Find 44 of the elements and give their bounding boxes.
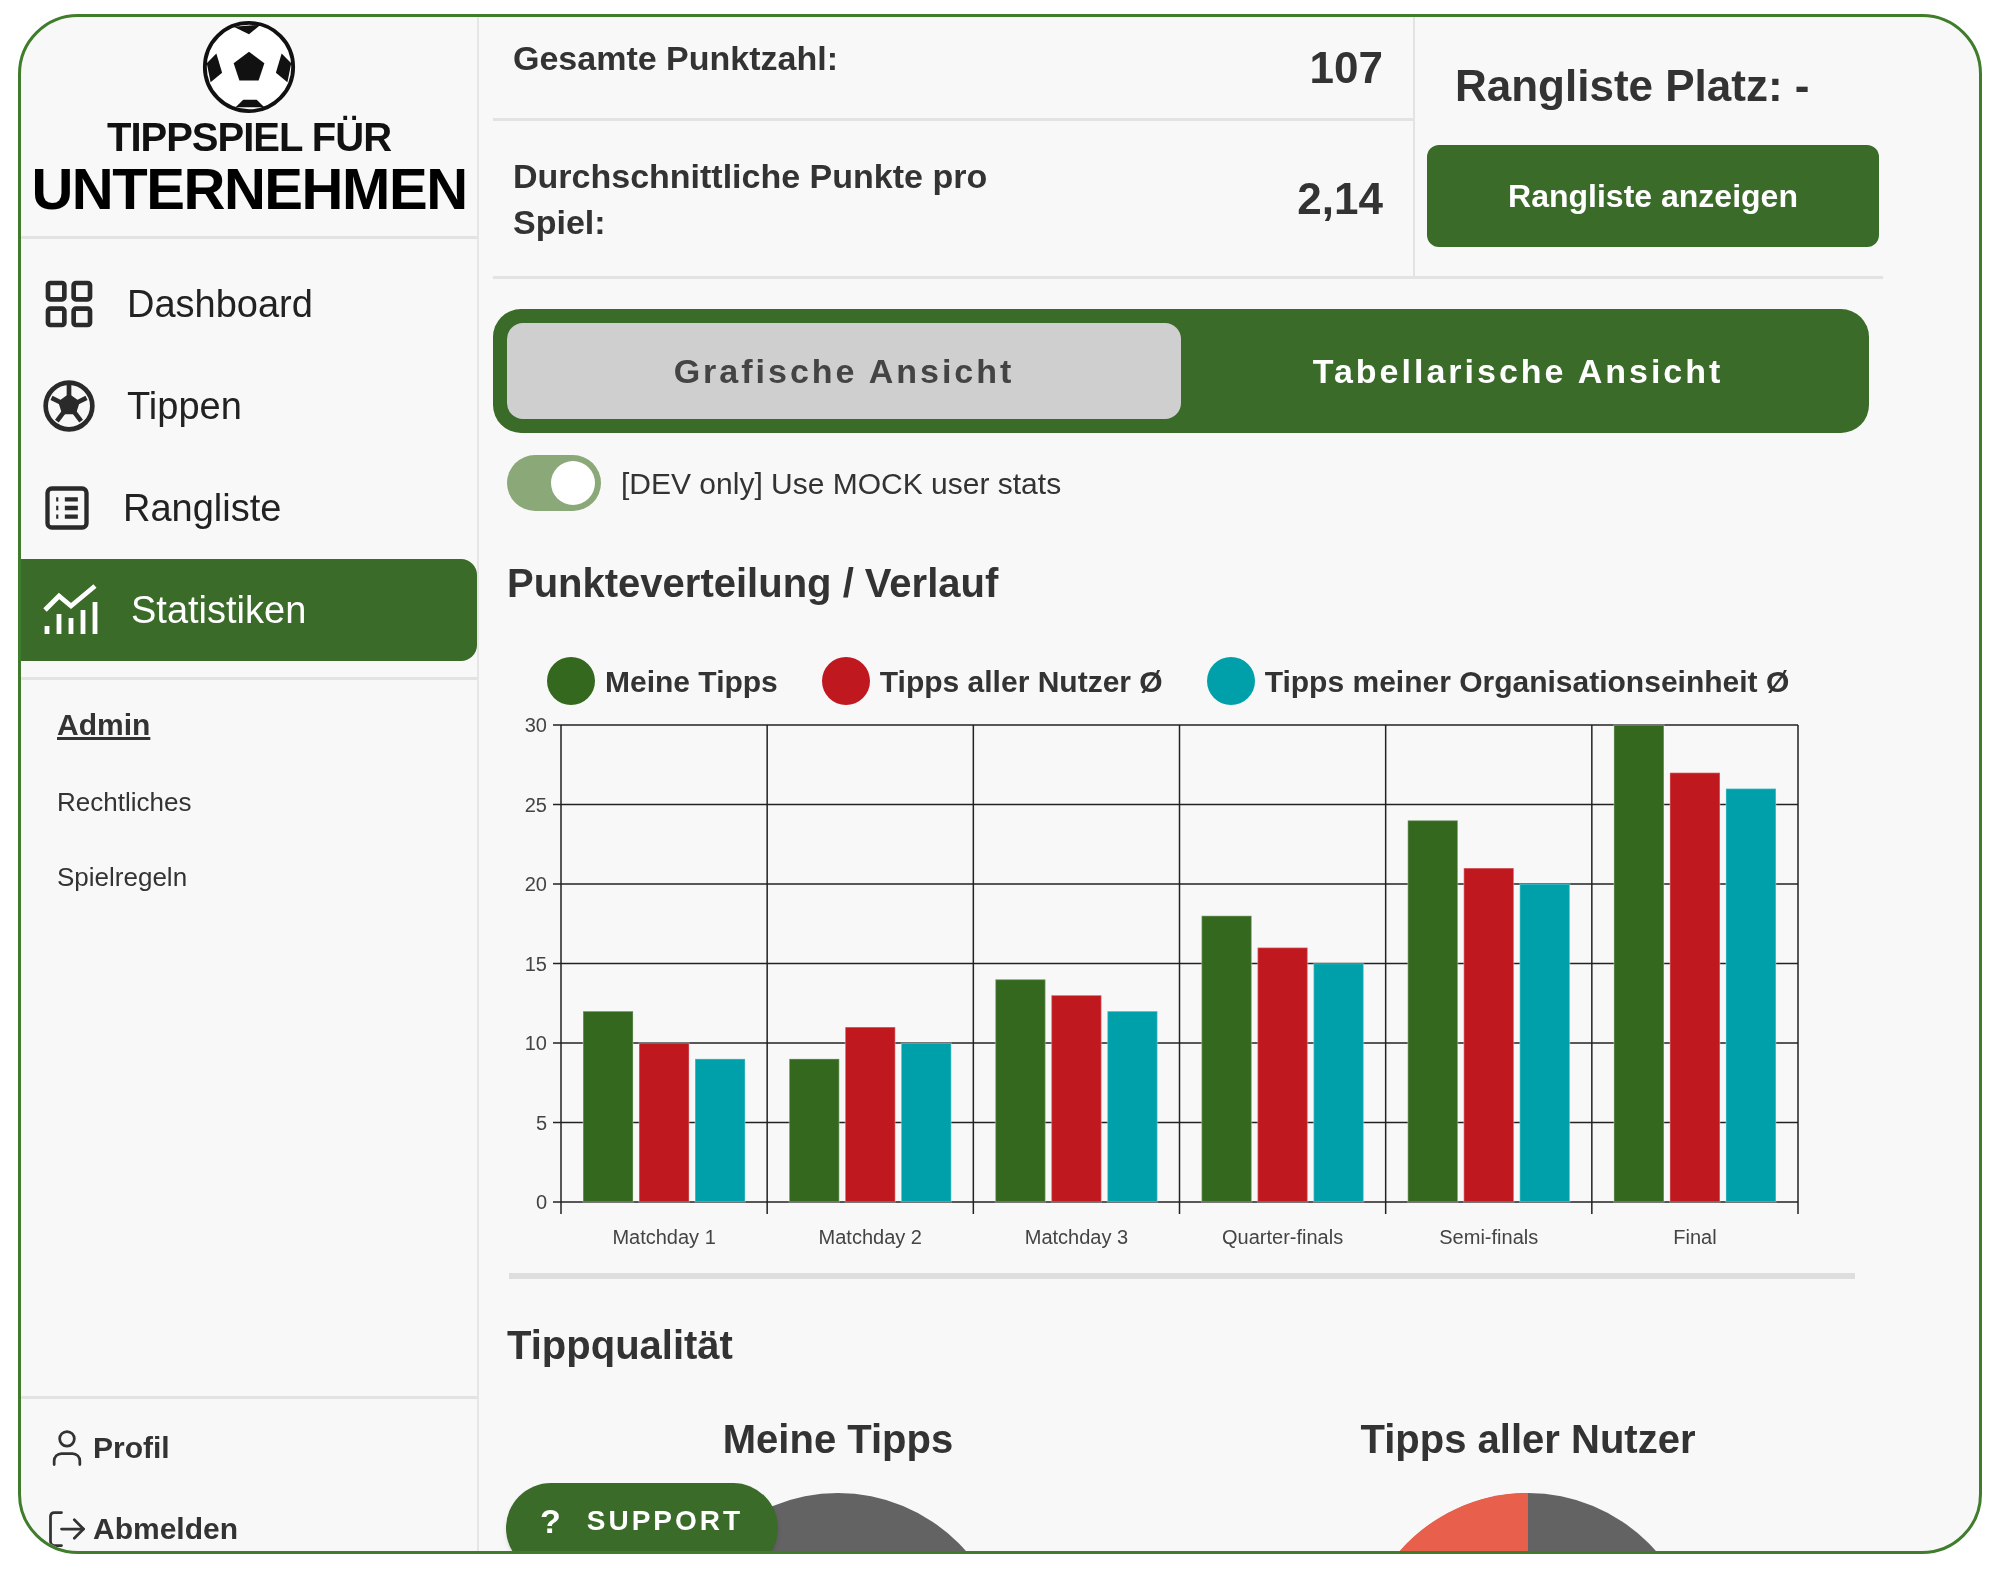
view-tab[interactable]: Tabellarische Ansicht <box>1181 323 1855 419</box>
axis-tick-label: 25 <box>524 793 547 816</box>
axis-tick-label: 20 <box>524 873 547 895</box>
rank-label: Rangliste Platz: - <box>1454 60 1811 112</box>
axis-category-label: Final <box>1673 1226 1717 1248</box>
sidebar-item[interactable]: Tippen <box>21 355 477 457</box>
pie-title: Tipps aller Nutzer <box>1360 1416 1696 1463</box>
logo-title: TIPPSPIEL FÜR <box>106 115 392 159</box>
admin-heading[interactable]: Admin <box>57 702 477 747</box>
axis-tick-label: 0 <box>535 1191 547 1213</box>
soccer-ball-icon <box>201 19 297 115</box>
axis-tick-label: 15 <box>524 952 547 975</box>
axis-tick-label: 10 <box>524 1032 547 1054</box>
sidebar-item[interactable]: Statistiken <box>21 559 477 661</box>
logo-title: UNTERNEHMEN <box>31 159 467 219</box>
stat-value: 2,14 <box>1297 172 1383 225</box>
section-title: Punkteverteilung / Verlauf <box>506 560 1000 607</box>
toggle-label: [DEV only] Use MOCK user stats <box>621 465 1062 502</box>
legend-label: Tipps meiner Organisationseinheit Ø <box>1264 663 1790 700</box>
leaderboard-button[interactable]: Rangliste anzeigen <box>1427 145 1879 247</box>
profile-link[interactable]: Profil <box>45 1425 477 1470</box>
axis-category-label: Semi-finals <box>1439 1226 1539 1248</box>
axis-tick-label: 30 <box>524 714 547 736</box>
axis-category-label: Matchday 1 <box>612 1226 716 1248</box>
axis-tick-label: 5 <box>535 1111 547 1134</box>
legend-label: Meine Tipps <box>605 663 778 700</box>
sidebar-link[interactable]: Spielregeln <box>57 858 477 897</box>
stat-label: Gesamte Punktzahl: <box>513 38 839 79</box>
sidebar-item[interactable]: Dashboard <box>21 253 477 355</box>
logout-link[interactable]: Abmelden <box>45 1506 477 1551</box>
legend-label: Tipps aller Nutzer Ø <box>879 663 1163 700</box>
soccer-ball-icon <box>41 378 97 434</box>
axis-category-label: Quarter-finals <box>1222 1226 1344 1248</box>
axis-category-label: Matchday 2 <box>818 1226 922 1248</box>
stat-value: 107 <box>1309 42 1383 94</box>
axis-category-label: Matchday 3 <box>1024 1226 1129 1248</box>
sidebar-item[interactable]: Rangliste <box>21 457 477 559</box>
support-button[interactable]: ? SUPPORT <box>506 1483 778 1551</box>
sidebar-link[interactable]: Rechtliches <box>57 783 477 822</box>
toggle-switch[interactable] <box>507 455 601 511</box>
pie-title: Meine Tipps <box>722 1416 954 1463</box>
view-tab[interactable]: Grafische Ansicht <box>507 323 1181 419</box>
stat-label: Durchschnittliche Punkte pro Spiel: <box>513 155 989 243</box>
section-title: Tippqualität <box>506 1322 734 1369</box>
